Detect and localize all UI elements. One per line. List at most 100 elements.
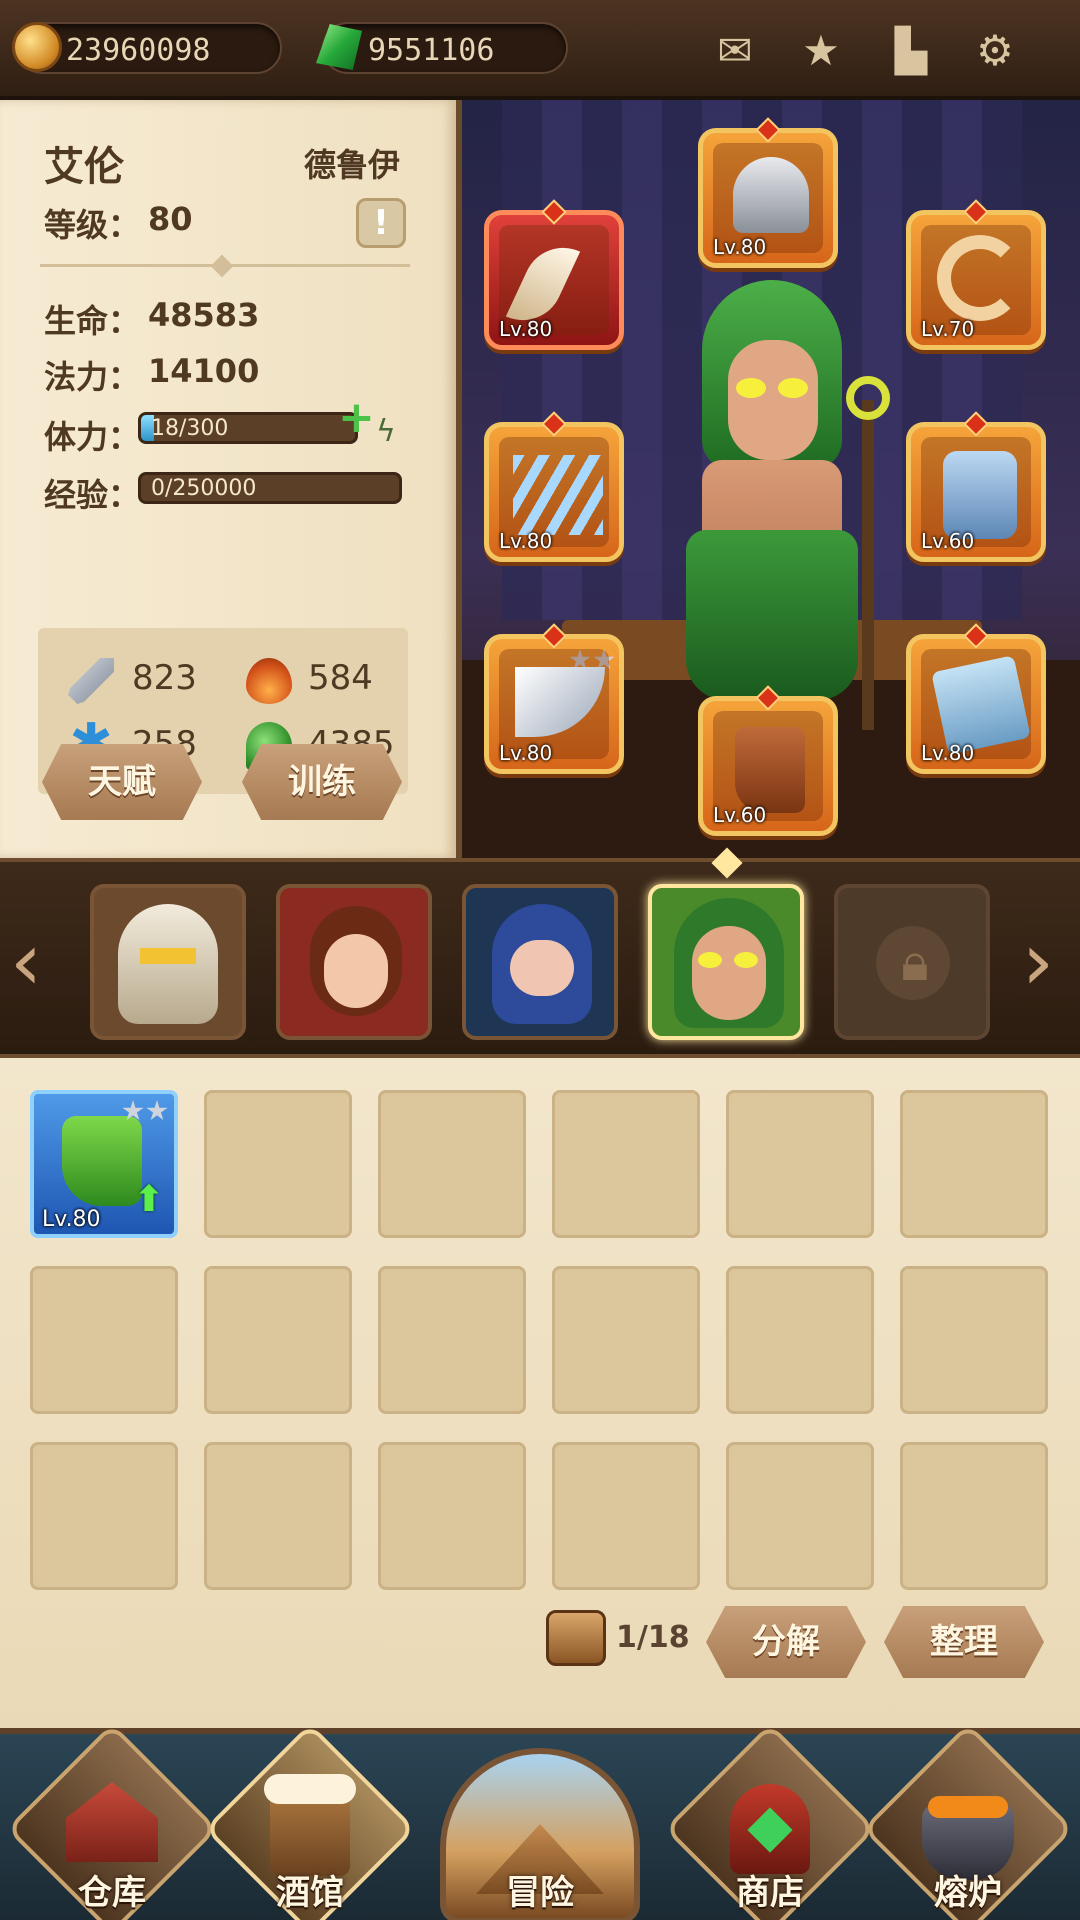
inventory-slot[interactable] (30, 1266, 178, 1414)
gem-value: 9551106 (368, 33, 495, 68)
item-level: Lv.70 (921, 317, 975, 341)
level-value: 80 (148, 200, 193, 238)
gold-counter: 23960098 (12, 22, 282, 74)
hero-name: 艾伦 (44, 144, 124, 190)
horn-slot[interactable]: Lv.70 (906, 199, 1046, 350)
item-level: Lv.80 (921, 741, 975, 765)
next-hero-arrow-icon[interactable]: › (1022, 922, 1054, 1002)
inventory-slot[interactable] (204, 1442, 352, 1590)
staff-orb (846, 376, 890, 420)
boot-icon (62, 1116, 142, 1206)
inventory-slot[interactable] (378, 1266, 526, 1414)
fire-icon (246, 658, 292, 704)
item-level: Lv.60 (713, 803, 767, 827)
inventory-slot[interactable] (204, 1090, 352, 1238)
sort-button[interactable]: 整理 (884, 1606, 1044, 1678)
nav-label: 熔炉 (934, 1873, 1002, 1913)
inventory-slot[interactable] (378, 1090, 526, 1238)
inventory-slot[interactable] (552, 1442, 700, 1590)
inventory-slot[interactable] (378, 1442, 526, 1590)
fire-value: 584 (308, 658, 373, 698)
mp-value: 14100 (148, 352, 260, 390)
inventory-slot[interactable] (726, 1266, 874, 1414)
item-level: Lv.60 (921, 529, 975, 553)
top-bar: 23960098 9551106 ✉ ★ ▙ ⚙ (0, 0, 1080, 100)
item-level: Lv.80 (42, 1207, 101, 1232)
item-level: Lv.80 (499, 741, 553, 765)
settings-icon[interactable]: ⚙ (968, 26, 1022, 76)
inventory-slot[interactable] (552, 1090, 700, 1238)
achievement-icon[interactable]: ★ (794, 26, 848, 76)
druid-hero-figure (662, 280, 890, 740)
inventory-item-green-boot[interactable]: ⬆ Lv.80 (30, 1090, 178, 1238)
train-button[interactable]: 训练 (242, 744, 402, 820)
decompose-button[interactable]: 分解 (706, 1606, 866, 1678)
nav-forge[interactable]: 熔炉 (861, 1722, 1075, 1920)
book-slot[interactable]: Lv.80 (906, 623, 1046, 774)
nav-tavern[interactable]: 酒馆 (203, 1722, 417, 1920)
hero-portrait-assassin[interactable] (462, 884, 618, 1040)
helmet-slot[interactable]: Lv.80 (698, 117, 838, 268)
exp-text: 0/250000 (151, 476, 257, 501)
inventory-slot[interactable] (900, 1090, 1048, 1238)
blade-slot[interactable]: Lv.80 (484, 623, 624, 774)
stamina-bar: 18/300 (138, 412, 358, 444)
attack-value: 823 (132, 658, 197, 698)
stamina-label: 体力： (44, 418, 141, 456)
gem-counter: 9551106 (316, 22, 568, 74)
bag-icon (546, 1610, 606, 1666)
claws-slot[interactable]: Lv.80 (484, 411, 624, 562)
inventory-slot[interactable] (900, 1442, 1048, 1590)
level-label: 等级： (44, 206, 141, 244)
add-stamina-icon[interactable]: + (338, 396, 375, 440)
inventory-grid: ⬆ Lv.80 (30, 1090, 1050, 1590)
gem-icon (316, 24, 362, 70)
gold-value: 23960098 (66, 33, 211, 68)
hero-info-panel: 艾伦 德鲁伊 等级： 80 ! 生命： 48583 法力： 14100 体力： … (0, 100, 462, 858)
talent-button[interactable]: 天赋 (42, 744, 202, 820)
fang-slot[interactable]: Lv.80 (484, 199, 624, 350)
inventory-slot[interactable] (726, 1090, 874, 1238)
lock-icon: 🔒︎ (901, 933, 929, 993)
hero-portrait-locked[interactable]: 🔒︎ (834, 884, 990, 1040)
upgrade-arrow-icon: ⬆ (133, 1179, 164, 1220)
left-eye (736, 378, 766, 398)
lightning-icon: ϟ (376, 414, 396, 449)
coin-icon (12, 22, 62, 72)
star-icon (146, 1100, 168, 1121)
nav-shop[interactable]: 商店 (663, 1722, 877, 1920)
item-level: Lv.80 (713, 235, 767, 259)
previous-hero-arrow-icon[interactable]: ‹ (10, 922, 42, 1002)
boots-slot[interactable]: Lv.60 (698, 685, 838, 836)
exp-label: 经验： (44, 476, 141, 514)
hero-portrait-druid[interactable] (648, 884, 804, 1040)
mail-icon[interactable]: ✉ (708, 26, 762, 76)
item-level: Lv.80 (499, 529, 553, 553)
nav-warehouse[interactable]: 仓库 (5, 1722, 219, 1920)
inventory-slot[interactable] (30, 1442, 178, 1590)
nav-label: 冒险 (506, 1873, 574, 1913)
hero-portrait-sorceress[interactable] (276, 884, 432, 1040)
nav-adventure[interactable]: 冒险 (416, 1734, 664, 1920)
inventory-slot[interactable] (900, 1266, 1048, 1414)
molten-metal (928, 1796, 1008, 1818)
nav-label: 酒馆 (276, 1873, 344, 1913)
nav-label: 商店 (736, 1873, 804, 1913)
hp-value: 48583 (148, 296, 260, 334)
inventory-slot[interactable] (204, 1266, 352, 1414)
inventory-slot[interactable] (726, 1442, 874, 1590)
beer-foam (264, 1774, 356, 1804)
info-button[interactable]: ! (356, 198, 406, 248)
divider-gem (210, 254, 234, 278)
face (728, 340, 818, 460)
codex-icon[interactable]: ▙ (884, 26, 938, 76)
armor-slot[interactable]: Lv.60 (906, 411, 1046, 562)
hero-class: 德鲁伊 (304, 146, 401, 184)
hero-portrait-paladin[interactable] (90, 884, 246, 1040)
exp-bar: 0/250000 (138, 472, 402, 504)
inventory-count: 1/18 (616, 1620, 690, 1655)
sword-icon (68, 658, 114, 704)
inventory-slot[interactable] (552, 1266, 700, 1414)
nav-label: 仓库 (78, 1873, 146, 1913)
item-level: Lv.80 (499, 317, 553, 341)
